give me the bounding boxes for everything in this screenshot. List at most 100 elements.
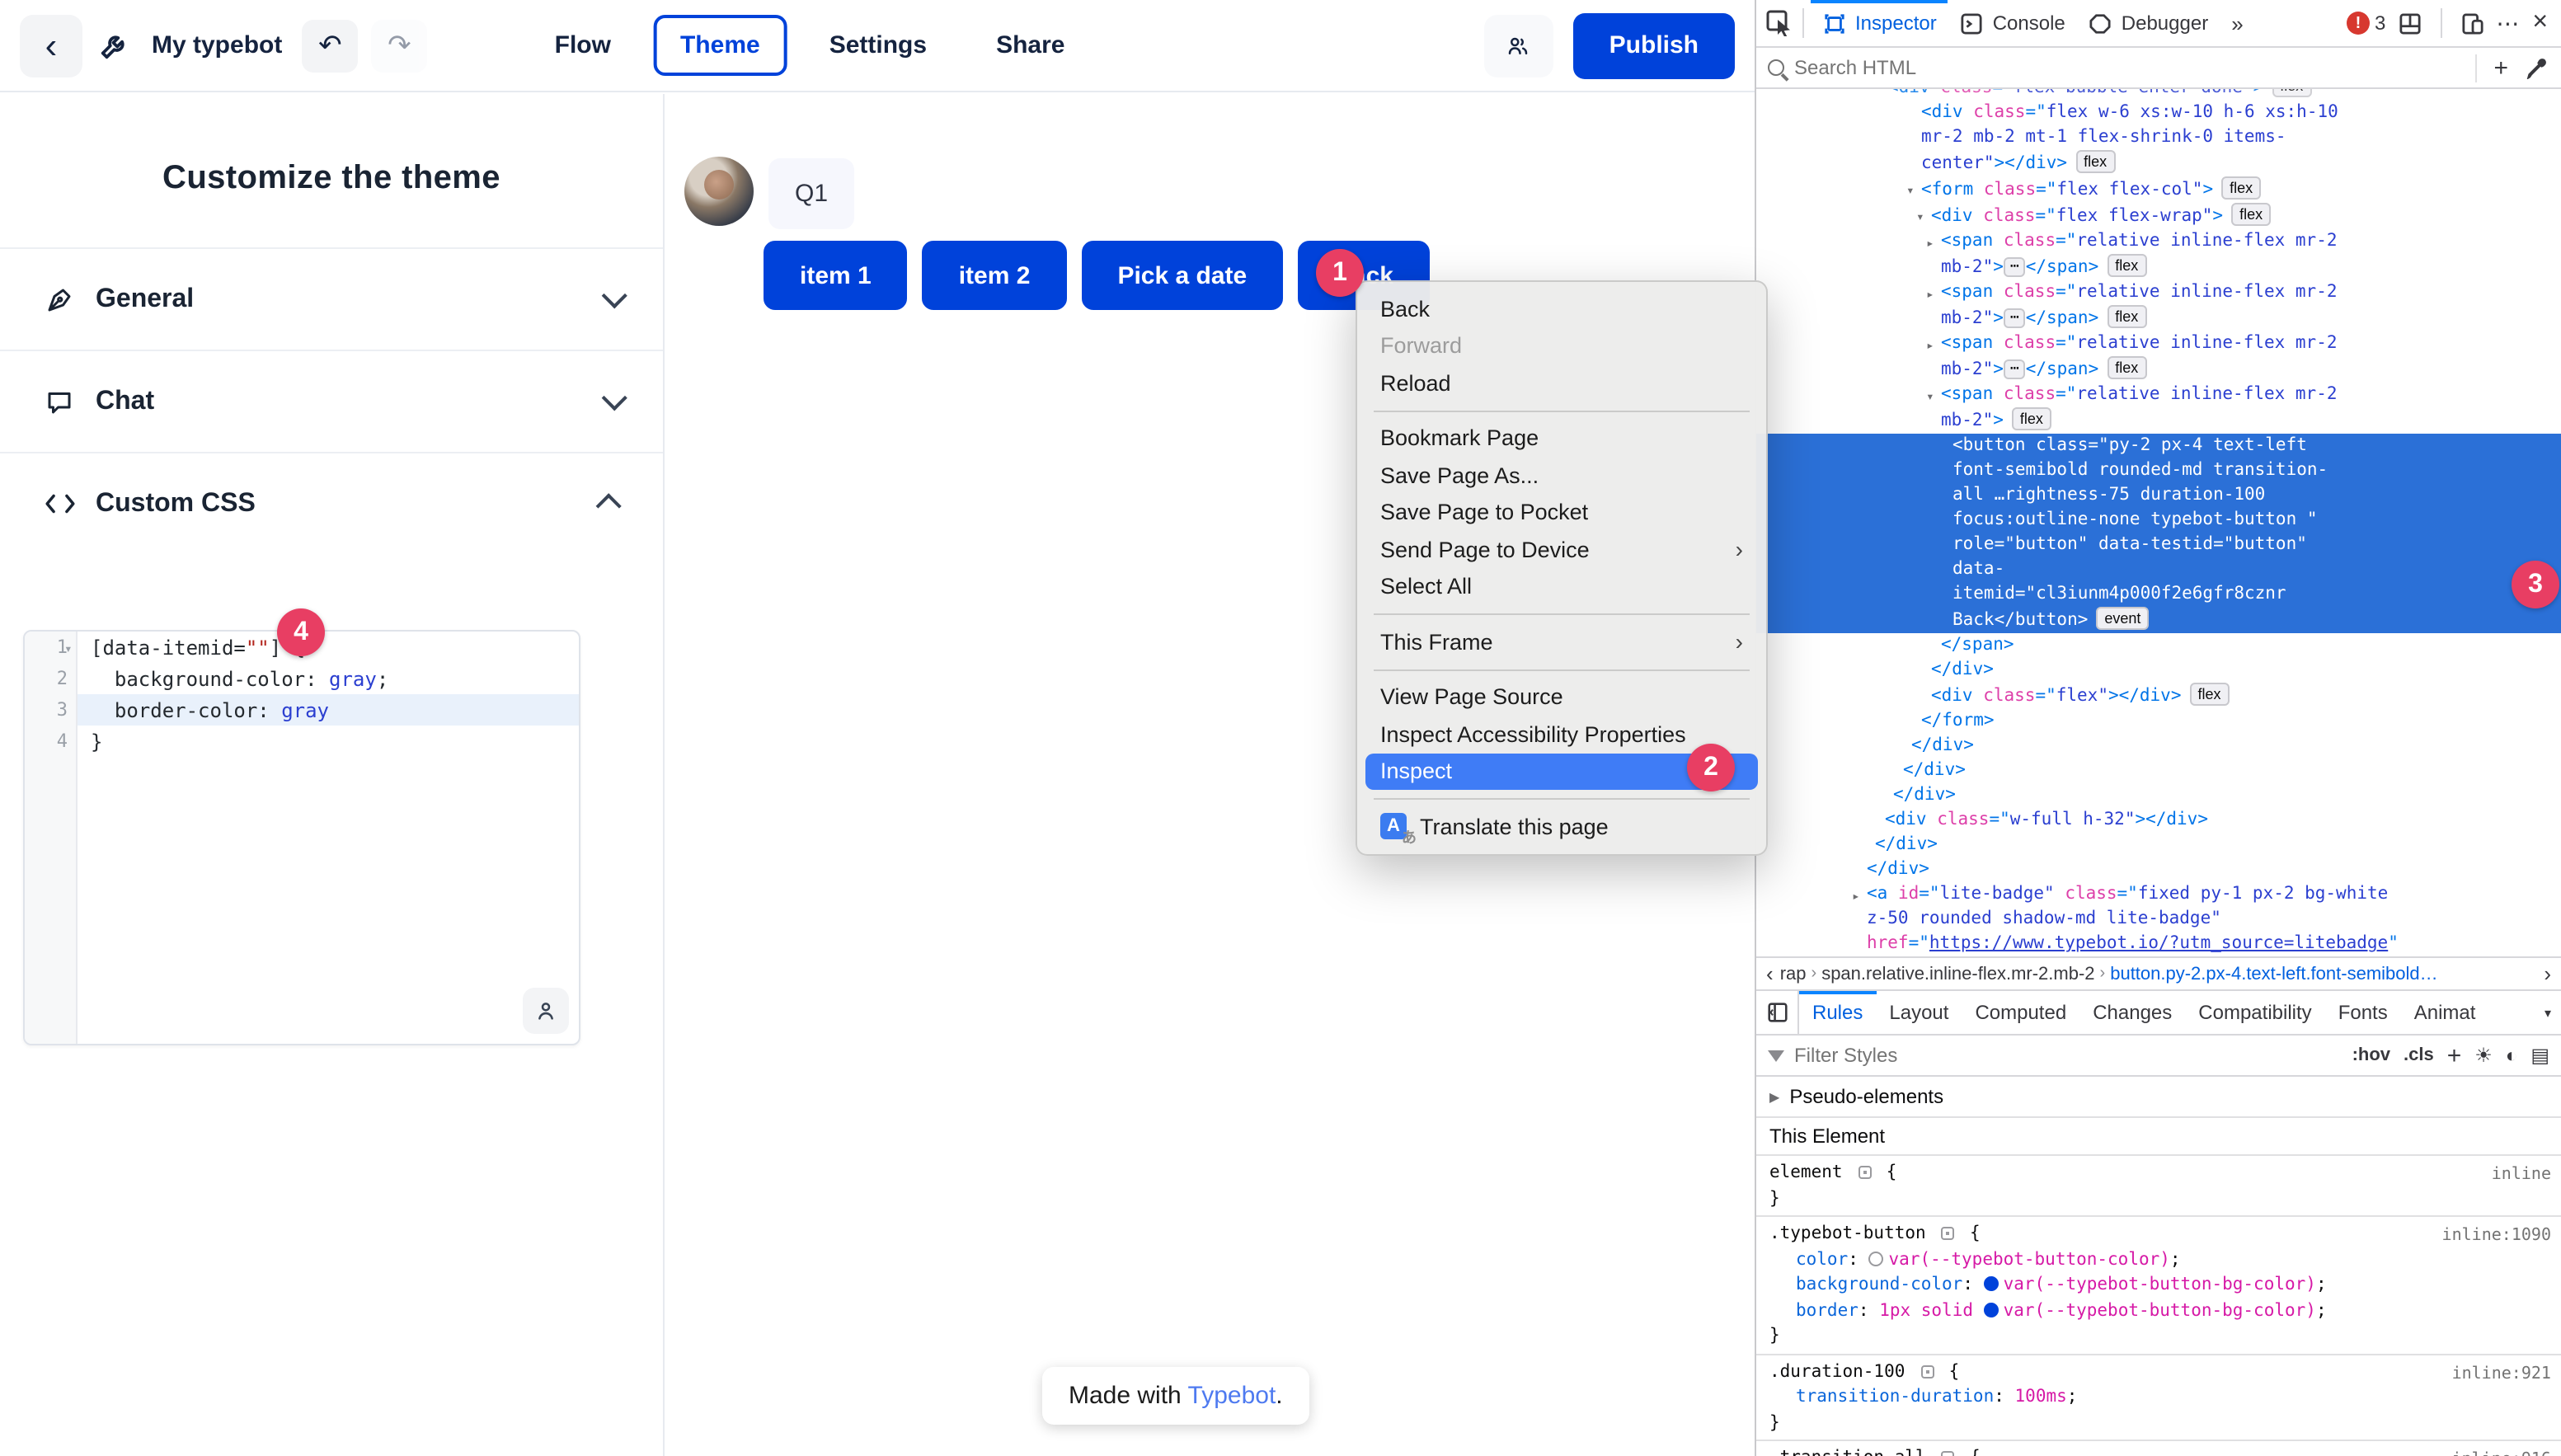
twisty-closed-icon[interactable]: ▸ bbox=[1926, 333, 1934, 358]
breadcrumb-scroll-left-icon[interactable]: ‹ bbox=[1760, 961, 1780, 986]
twisty-open-icon[interactable]: ▾ bbox=[1926, 384, 1934, 409]
panel-tabs-dropdown-icon[interactable]: ▾ bbox=[2545, 1005, 2561, 1020]
collapsed-content-icon[interactable]: ⋯ bbox=[2004, 359, 2026, 379]
twisty-open-icon[interactable]: ▾ bbox=[1906, 178, 1915, 203]
flex-badge[interactable]: flex bbox=[2012, 407, 2051, 430]
breadcrumb-item[interactable]: span.relative.inline-flex.mr-2.mb-2 bbox=[1821, 964, 2094, 984]
color-swatch[interactable] bbox=[1869, 1251, 1884, 1266]
html-tree-line-selected[interactable]: Back</button>event bbox=[1756, 607, 2561, 633]
html-tree-line-selected[interactable]: itemid="cl3iunm4p000f2e6gfr8cznr bbox=[1756, 582, 2561, 607]
tab-theme[interactable]: Theme bbox=[654, 15, 787, 76]
html-tree-line[interactable]: ▾<form class="flex flex-col">flex bbox=[1756, 176, 2561, 203]
highlight-target-icon[interactable] bbox=[1941, 1451, 1954, 1456]
tab-settings[interactable]: Settings bbox=[803, 15, 953, 76]
html-tree-line[interactable]: </div> bbox=[1756, 783, 2561, 808]
choice-button-item-2[interactable]: item 2 bbox=[923, 241, 1067, 310]
menu-item-this-frame[interactable]: This Frame› bbox=[1365, 623, 1758, 660]
html-tree-line[interactable]: ▸<span class="relative inline-flex mr-2 bbox=[1756, 331, 2561, 356]
menu-item-save-page-as[interactable]: Save Page As... bbox=[1365, 457, 1758, 494]
responsive-design-icon[interactable] bbox=[2460, 11, 2484, 35]
light-theme-icon[interactable]: ☀ bbox=[2474, 1044, 2493, 1067]
html-tree-line[interactable]: <div class="flex w-6 xs:w-10 h-6 xs:h-10 bbox=[1756, 101, 2561, 125]
html-tree-line[interactable]: ▸<a id="lite-badge" class="fixed py-1 px… bbox=[1756, 882, 2561, 907]
undo-button[interactable]: ↶ bbox=[302, 19, 358, 72]
breadcrumb-item[interactable]: rap bbox=[1780, 964, 1807, 984]
editor-line-4[interactable]: 4} bbox=[25, 726, 579, 757]
toggle-hover-button[interactable]: :hov bbox=[2352, 1045, 2390, 1065]
html-tree-line[interactable]: </div> bbox=[1756, 734, 2561, 759]
html-tree-line[interactable]: </div> bbox=[1756, 857, 2561, 882]
menu-item-back[interactable]: Back bbox=[1365, 290, 1758, 327]
color-swatch[interactable] bbox=[1984, 1302, 1999, 1317]
panel-tab-rules[interactable]: Rules bbox=[1799, 991, 1876, 1034]
meatball-menu-icon[interactable]: ⋯ bbox=[2496, 9, 2521, 37]
html-tree-line[interactable]: z-50 rounded shadow-md lite-badge" bbox=[1756, 907, 2561, 932]
flex-badge[interactable]: flex bbox=[2107, 305, 2146, 328]
html-tree-line[interactable]: </div> bbox=[1756, 833, 2561, 857]
menu-item-select-all[interactable]: Select All bbox=[1365, 568, 1758, 605]
redo-button[interactable]: ↷ bbox=[371, 19, 427, 72]
sidebar-section-general[interactable]: General bbox=[0, 247, 663, 350]
sidebar-section-chat[interactable]: Chat bbox=[0, 350, 663, 452]
html-tree-line-selected[interactable]: font-semibold rounded-md transition- bbox=[1756, 458, 2561, 483]
css-declaration[interactable]: border: 1px solid var(--typebot-button-b… bbox=[1769, 1299, 2548, 1324]
typebot-link[interactable]: Typebot bbox=[1188, 1382, 1276, 1410]
more-tools-chevron[interactable]: » bbox=[2220, 0, 2254, 46]
flex-badge[interactable]: flex bbox=[2190, 683, 2230, 706]
html-tree-line[interactable]: mb-2">⋯</span>flex bbox=[1756, 356, 2561, 383]
rule-location[interactable]: inline:921 bbox=[2452, 1361, 2551, 1387]
css-rule-duration-100[interactable]: inline:921.duration-100 {transition-dura… bbox=[1756, 1355, 2561, 1441]
css-rule-typebot-button[interactable]: inline:1090.typebot-button {color: var(-… bbox=[1756, 1217, 2561, 1355]
html-tree-line[interactable]: center"></div>flex bbox=[1756, 150, 2561, 176]
html-tree-line[interactable]: mb-2">⋯</span>flex bbox=[1756, 254, 2561, 280]
add-node-icon[interactable]: + bbox=[2475, 54, 2515, 82]
rule-location[interactable]: inline bbox=[2492, 1162, 2551, 1188]
highlight-target-icon[interactable] bbox=[1858, 1166, 1871, 1179]
css-declaration[interactable]: background-color: var(--typebot-button-b… bbox=[1769, 1273, 2548, 1299]
fold-icon[interactable]: ▾ bbox=[64, 641, 73, 656]
twisty-closed-icon[interactable]: ▸ bbox=[1926, 231, 1934, 256]
html-tree-line-selected[interactable]: data- bbox=[1756, 557, 2561, 582]
html-tree-line[interactable]: mb-2">⋯</span>flex bbox=[1756, 305, 2561, 331]
html-tree-line[interactable]: </form> bbox=[1756, 709, 2561, 734]
twisty-closed-icon[interactable]: ▸ bbox=[1852, 884, 1860, 909]
html-tree-line[interactable]: mr-2 mb-2 mt-1 flex-shrink-0 items- bbox=[1756, 125, 2561, 150]
tab-share[interactable]: Share bbox=[970, 15, 1091, 76]
html-tree-line[interactable]: mb-2">flex bbox=[1756, 407, 2561, 434]
search-html-input[interactable] bbox=[1794, 56, 2465, 79]
menu-item-translate-this-page[interactable]: ATranslate this page bbox=[1365, 808, 1758, 845]
menu-item-send-page-to-device[interactable]: Send Page to Device› bbox=[1365, 531, 1758, 568]
flex-badge[interactable]: flex bbox=[2107, 356, 2146, 379]
eyedropper-icon[interactable] bbox=[2525, 55, 2549, 80]
publish-button[interactable]: Publish bbox=[1573, 12, 1735, 78]
rule-location[interactable]: inline:1090 bbox=[2442, 1224, 2551, 1249]
html-tree-line[interactable]: </div> bbox=[1756, 759, 2561, 783]
choice-button-item-1[interactable]: item 1 bbox=[764, 241, 908, 310]
flex-badge[interactable]: flex bbox=[2221, 176, 2261, 200]
color-swatch[interactable] bbox=[1984, 1276, 1999, 1291]
panel-tab-changes[interactable]: Changes bbox=[2079, 991, 2185, 1034]
twisty-open-icon[interactable]: ▾ bbox=[1916, 204, 1924, 229]
html-tree-line[interactable]: </span> bbox=[1756, 633, 2561, 658]
variables-button[interactable] bbox=[523, 988, 569, 1034]
sidebar-section-custom-css[interactable]: Custom CSS bbox=[0, 452, 663, 554]
choice-button-pick-a-date[interactable]: Pick a date bbox=[1081, 241, 1283, 310]
twisty-closed-icon[interactable]: ▸ bbox=[1926, 282, 1934, 307]
html-tree-line[interactable]: ▾<div class="flex flex-wrap">flex bbox=[1756, 203, 2561, 229]
flex-badge[interactable]: flex bbox=[2272, 89, 2311, 97]
devtools-tab-debugger[interactable]: Debugger bbox=[2077, 0, 2220, 46]
flex-badge[interactable]: flex bbox=[2107, 254, 2146, 277]
menu-item-save-page-to-pocket[interactable]: Save Page to Pocket bbox=[1365, 494, 1758, 531]
error-badge-icon[interactable]: ! bbox=[2347, 12, 2370, 35]
highlight-target-icon[interactable] bbox=[1920, 1364, 1934, 1378]
html-tree-line[interactable]: <div class="w-full h-32"></div> bbox=[1756, 808, 2561, 833]
highlight-target-icon[interactable] bbox=[1941, 1227, 1954, 1240]
html-tree-line[interactable]: <div class="flex bubble enter done">flex bbox=[1756, 89, 2561, 101]
flex-badge[interactable]: flex bbox=[2075, 150, 2115, 173]
css-declaration[interactable]: color: var(--typebot-button-color); bbox=[1769, 1247, 2548, 1273]
custom-css-editor[interactable]: 1▾[data-itemid=""] {2 background-color: … bbox=[23, 630, 580, 1045]
css-declaration[interactable]: transition-duration: 100ms; bbox=[1769, 1385, 2548, 1411]
html-tree-line-selected[interactable]: role="button" data-testid="button" bbox=[1756, 533, 2561, 557]
editor-line-2[interactable]: 2 background-color: gray; bbox=[25, 663, 579, 694]
back-button[interactable]: ‹ bbox=[20, 14, 82, 77]
